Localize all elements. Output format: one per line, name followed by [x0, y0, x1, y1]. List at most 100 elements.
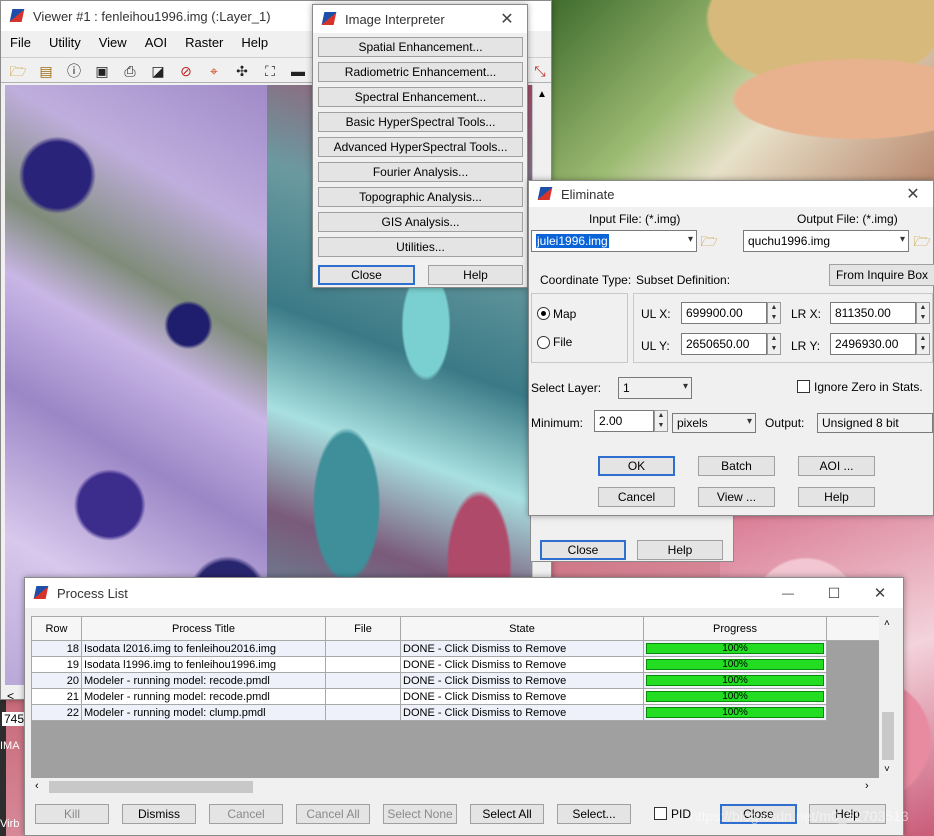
- measure-icon[interactable]: ▬: [288, 61, 308, 81]
- kill-button[interactable]: Kill: [35, 804, 109, 824]
- maximize-icon[interactable]: ☐: [811, 585, 857, 602]
- spectral-enhancement-button[interactable]: Spectral Enhancement...: [318, 87, 523, 107]
- lrx-stepper[interactable]: ▲ ▼: [916, 302, 930, 324]
- chevron-down-icon: ▾: [899, 234, 905, 245]
- minimize-icon[interactable]: —: [765, 586, 811, 600]
- vscroll-up-arrow[interactable]: ▲: [537, 89, 547, 100]
- fourier-analysis-button[interactable]: Fourier Analysis...: [318, 162, 523, 182]
- gis-analysis-button[interactable]: GIS Analysis...: [318, 212, 523, 232]
- pid-checkbox[interactable]: [654, 807, 667, 820]
- menu-utility[interactable]: Utility: [40, 35, 90, 50]
- row-state: DONE - Click Dismiss to Remove: [400, 672, 644, 689]
- lry-input[interactable]: 2496930.00: [830, 333, 916, 355]
- menu-aoi[interactable]: AOI: [136, 35, 176, 50]
- view-button[interactable]: View ...: [698, 487, 775, 507]
- column-header-row[interactable]: Row: [31, 616, 82, 641]
- fit-icon[interactable]: ⛶: [260, 61, 280, 81]
- process-cancel-button[interactable]: Cancel: [209, 804, 283, 824]
- table-row[interactable]: 21 Modeler - running model: recode.pmdl …: [31, 688, 879, 705]
- lrx-input[interactable]: 811350.00: [830, 302, 916, 324]
- map-radio[interactable]: [537, 307, 550, 320]
- behind-help-button[interactable]: Help: [637, 540, 723, 560]
- hscroll-thumb[interactable]: [49, 781, 253, 793]
- uly-input[interactable]: 2650650.00: [681, 333, 767, 355]
- dismiss-button[interactable]: Dismiss: [122, 804, 196, 824]
- output-type-label: Output:: [765, 416, 805, 430]
- viewer-hscroll-left-arrow[interactable]: <: [7, 689, 14, 703]
- aoi-button[interactable]: AOI ...: [798, 456, 875, 476]
- radiometric-enhancement-button[interactable]: Radiometric Enhancement...: [318, 62, 523, 82]
- select-button[interactable]: Select...: [557, 804, 631, 824]
- behind-close-button[interactable]: Close: [540, 540, 626, 560]
- print-icon[interactable]: ⎙: [120, 61, 140, 81]
- minimum-input[interactable]: 2.00: [594, 410, 654, 432]
- close-icon[interactable]: ✕: [893, 184, 933, 204]
- zoom-in-icon[interactable]: ✣: [232, 61, 252, 81]
- viewer-menubar: File Utility View AOI Raster Help: [1, 35, 277, 50]
- unit-combobox[interactable]: pixels ▾: [672, 413, 756, 433]
- batch-button[interactable]: Batch: [698, 456, 775, 476]
- menu-raster[interactable]: Raster: [176, 35, 232, 50]
- process-hscrollbar[interactable]: ‹ ›: [31, 778, 879, 796]
- chevron-down-icon[interactable]: ˅: [884, 764, 890, 775]
- close-icon[interactable]: ✕: [487, 9, 527, 29]
- chevron-right-icon[interactable]: ›: [865, 780, 869, 792]
- column-header-progress[interactable]: Progress: [643, 616, 827, 641]
- output-type-combobox[interactable]: Unsigned 8 bit: [817, 413, 933, 433]
- select-layer-combobox[interactable]: 1 ▾: [618, 377, 692, 399]
- spatial-enhancement-button[interactable]: Spatial Enhancement...: [318, 37, 523, 57]
- topographic-analysis-button[interactable]: Topographic Analysis...: [318, 187, 523, 207]
- uly-stepper[interactable]: ▲ ▼: [767, 333, 781, 355]
- menu-view[interactable]: View: [90, 35, 136, 50]
- table-row[interactable]: 20 Modeler - running model: recode.pmdl …: [31, 672, 879, 689]
- file-radio[interactable]: [537, 336, 550, 349]
- cancel-all-button[interactable]: Cancel All: [296, 804, 370, 824]
- interpreter-close-button[interactable]: Close: [318, 265, 415, 285]
- advanced-hyperspectral-button[interactable]: Advanced HyperSpectral Tools...: [318, 137, 523, 157]
- select-all-button[interactable]: Select All: [470, 804, 544, 824]
- close-icon[interactable]: ✕: [857, 584, 903, 602]
- utilities-button[interactable]: Utilities...: [318, 237, 523, 257]
- progress-bar: 100%: [646, 659, 824, 670]
- interpreter-help-button[interactable]: Help: [428, 265, 523, 285]
- column-header-process-title[interactable]: Process Title: [81, 616, 326, 641]
- input-file-combobox[interactable]: julei1996.img ▾: [531, 230, 697, 252]
- pick-icon[interactable]: ⤡: [530, 61, 550, 81]
- save-icon[interactable]: ▣: [92, 61, 112, 81]
- help-button[interactable]: Help: [798, 487, 875, 507]
- output-folder-icon[interactable]: 🗁: [912, 231, 932, 251]
- eraser-icon[interactable]: ◪: [148, 61, 168, 81]
- ignore-zero-checkbox[interactable]: [797, 380, 810, 393]
- interpreter-titlebar: Image Interpreter ✕: [313, 5, 527, 33]
- inquire-icon[interactable]: ⌖: [204, 61, 224, 81]
- cancel-button[interactable]: Cancel: [598, 487, 675, 507]
- table-row[interactable]: 22 Modeler - running model: clump.pmdl D…: [31, 704, 879, 721]
- column-header-state[interactable]: State: [400, 616, 644, 641]
- select-none-button[interactable]: Select None: [383, 804, 457, 824]
- input-folder-icon[interactable]: 🗁: [699, 231, 719, 251]
- ulx-stepper[interactable]: ▲ ▼: [767, 302, 781, 324]
- menu-help[interactable]: Help: [232, 35, 277, 50]
- table-row[interactable]: 18 Isodata l2016.img to fenleihou2016.im…: [31, 640, 879, 657]
- info-icon[interactable]: ⓘ: [64, 61, 84, 81]
- image-interpreter-window: Image Interpreter ✕ Spatial Enhancement.…: [312, 4, 528, 288]
- table-row[interactable]: 19 Isodata l1996.img to fenleihou1996.im…: [31, 656, 879, 673]
- vscroll-thumb[interactable]: [882, 712, 894, 760]
- from-inquire-box-button[interactable]: From Inquire Box: [829, 264, 934, 286]
- ok-button[interactable]: OK: [598, 456, 675, 476]
- menu-file[interactable]: File: [1, 35, 40, 50]
- output-file-combobox[interactable]: quchu1996.img ▾: [743, 230, 909, 252]
- open-layer-icon[interactable]: ▤: [36, 61, 56, 81]
- ulx-input[interactable]: 699900.00: [681, 302, 767, 324]
- left-bottom-text: Virb: [0, 818, 20, 830]
- open-folder-icon[interactable]: 🗁: [8, 61, 28, 81]
- uly-label: UL Y:: [641, 339, 670, 353]
- chevron-up-icon[interactable]: ˄: [884, 618, 890, 629]
- chevron-left-icon[interactable]: ‹: [35, 780, 39, 792]
- basic-hyperspectral-button[interactable]: Basic HyperSpectral Tools...: [318, 112, 523, 132]
- lry-stepper[interactable]: ▲ ▼: [916, 333, 930, 355]
- minimum-stepper[interactable]: ▲ ▼: [654, 410, 668, 432]
- column-header-file[interactable]: File: [325, 616, 401, 641]
- process-vscrollbar[interactable]: ˄ ˅: [879, 616, 897, 778]
- cancel-icon[interactable]: ⊘: [176, 61, 196, 81]
